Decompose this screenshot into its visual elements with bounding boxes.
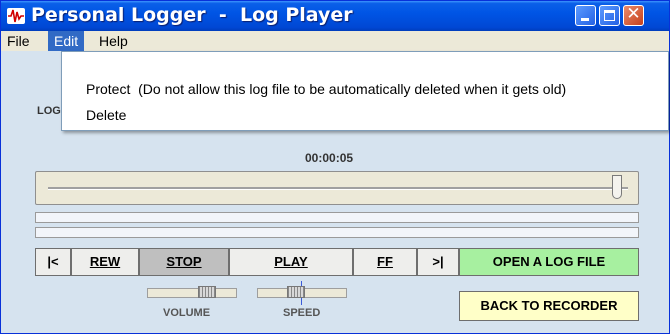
progress-bar-1 — [35, 212, 639, 223]
menu-file[interactable]: File — [1, 31, 36, 51]
rewind-label: REW — [89, 254, 121, 269]
edit-dropdown-menu: Protect (Do not allow this log file to b… — [61, 51, 669, 131]
skip-to-start-button[interactable]: |< — [35, 248, 71, 276]
menu-help[interactable]: Help — [93, 31, 134, 51]
play-label: PLAY — [274, 254, 308, 269]
open-log-file-button[interactable]: OPEN A LOG FILE — [459, 248, 639, 276]
seek-track — [48, 187, 628, 190]
menu-edit[interactable]: Edit — [48, 31, 85, 51]
menu-bar: File Edit Help — [1, 31, 669, 51]
waveform-icon — [7, 8, 25, 24]
title-bar[interactable]: Personal Logger - Log Player ✕ — [1, 1, 669, 31]
fast-forward-label: FF — [377, 254, 393, 269]
rewind-button[interactable]: REW — [71, 248, 139, 276]
volume-slider[interactable] — [147, 286, 237, 298]
log-label: LOG — [37, 105, 61, 117]
menu-item-delete[interactable]: Delete — [86, 107, 126, 123]
speed-thumb[interactable] — [287, 286, 305, 298]
stop-button[interactable]: STOP — [139, 248, 229, 276]
close-button[interactable]: ✕ — [623, 4, 644, 26]
log-player-window: Personal Logger - Log Player ✕ File Edit… — [0, 0, 670, 334]
progress-bar-2 — [35, 227, 639, 238]
speed-slider[interactable] — [257, 286, 347, 298]
back-to-recorder-button[interactable]: BACK TO RECORDER — [459, 291, 639, 321]
minimize-button[interactable] — [575, 5, 596, 26]
stop-label: STOP — [166, 254, 202, 269]
menu-item-protect[interactable]: Protect (Do not allow this log file to b… — [86, 81, 566, 97]
maximize-button[interactable] — [599, 5, 620, 26]
minimize-icon — [581, 18, 589, 21]
volume-label: VOLUME — [163, 307, 211, 319]
speed-label: SPEED — [283, 307, 321, 319]
window-title: Personal Logger - Log Player — [31, 4, 353, 26]
time-display: 00:00:05 — [305, 151, 354, 165]
seek-slider[interactable] — [35, 171, 639, 205]
seek-thumb[interactable] — [612, 175, 623, 199]
fast-forward-button[interactable]: FF — [353, 248, 417, 276]
skip-to-end-button[interactable]: >| — [417, 248, 459, 276]
maximize-icon — [604, 10, 615, 21]
play-button[interactable]: PLAY — [229, 248, 353, 276]
volume-thumb[interactable] — [198, 286, 216, 298]
close-icon: ✕ — [626, 4, 641, 24]
